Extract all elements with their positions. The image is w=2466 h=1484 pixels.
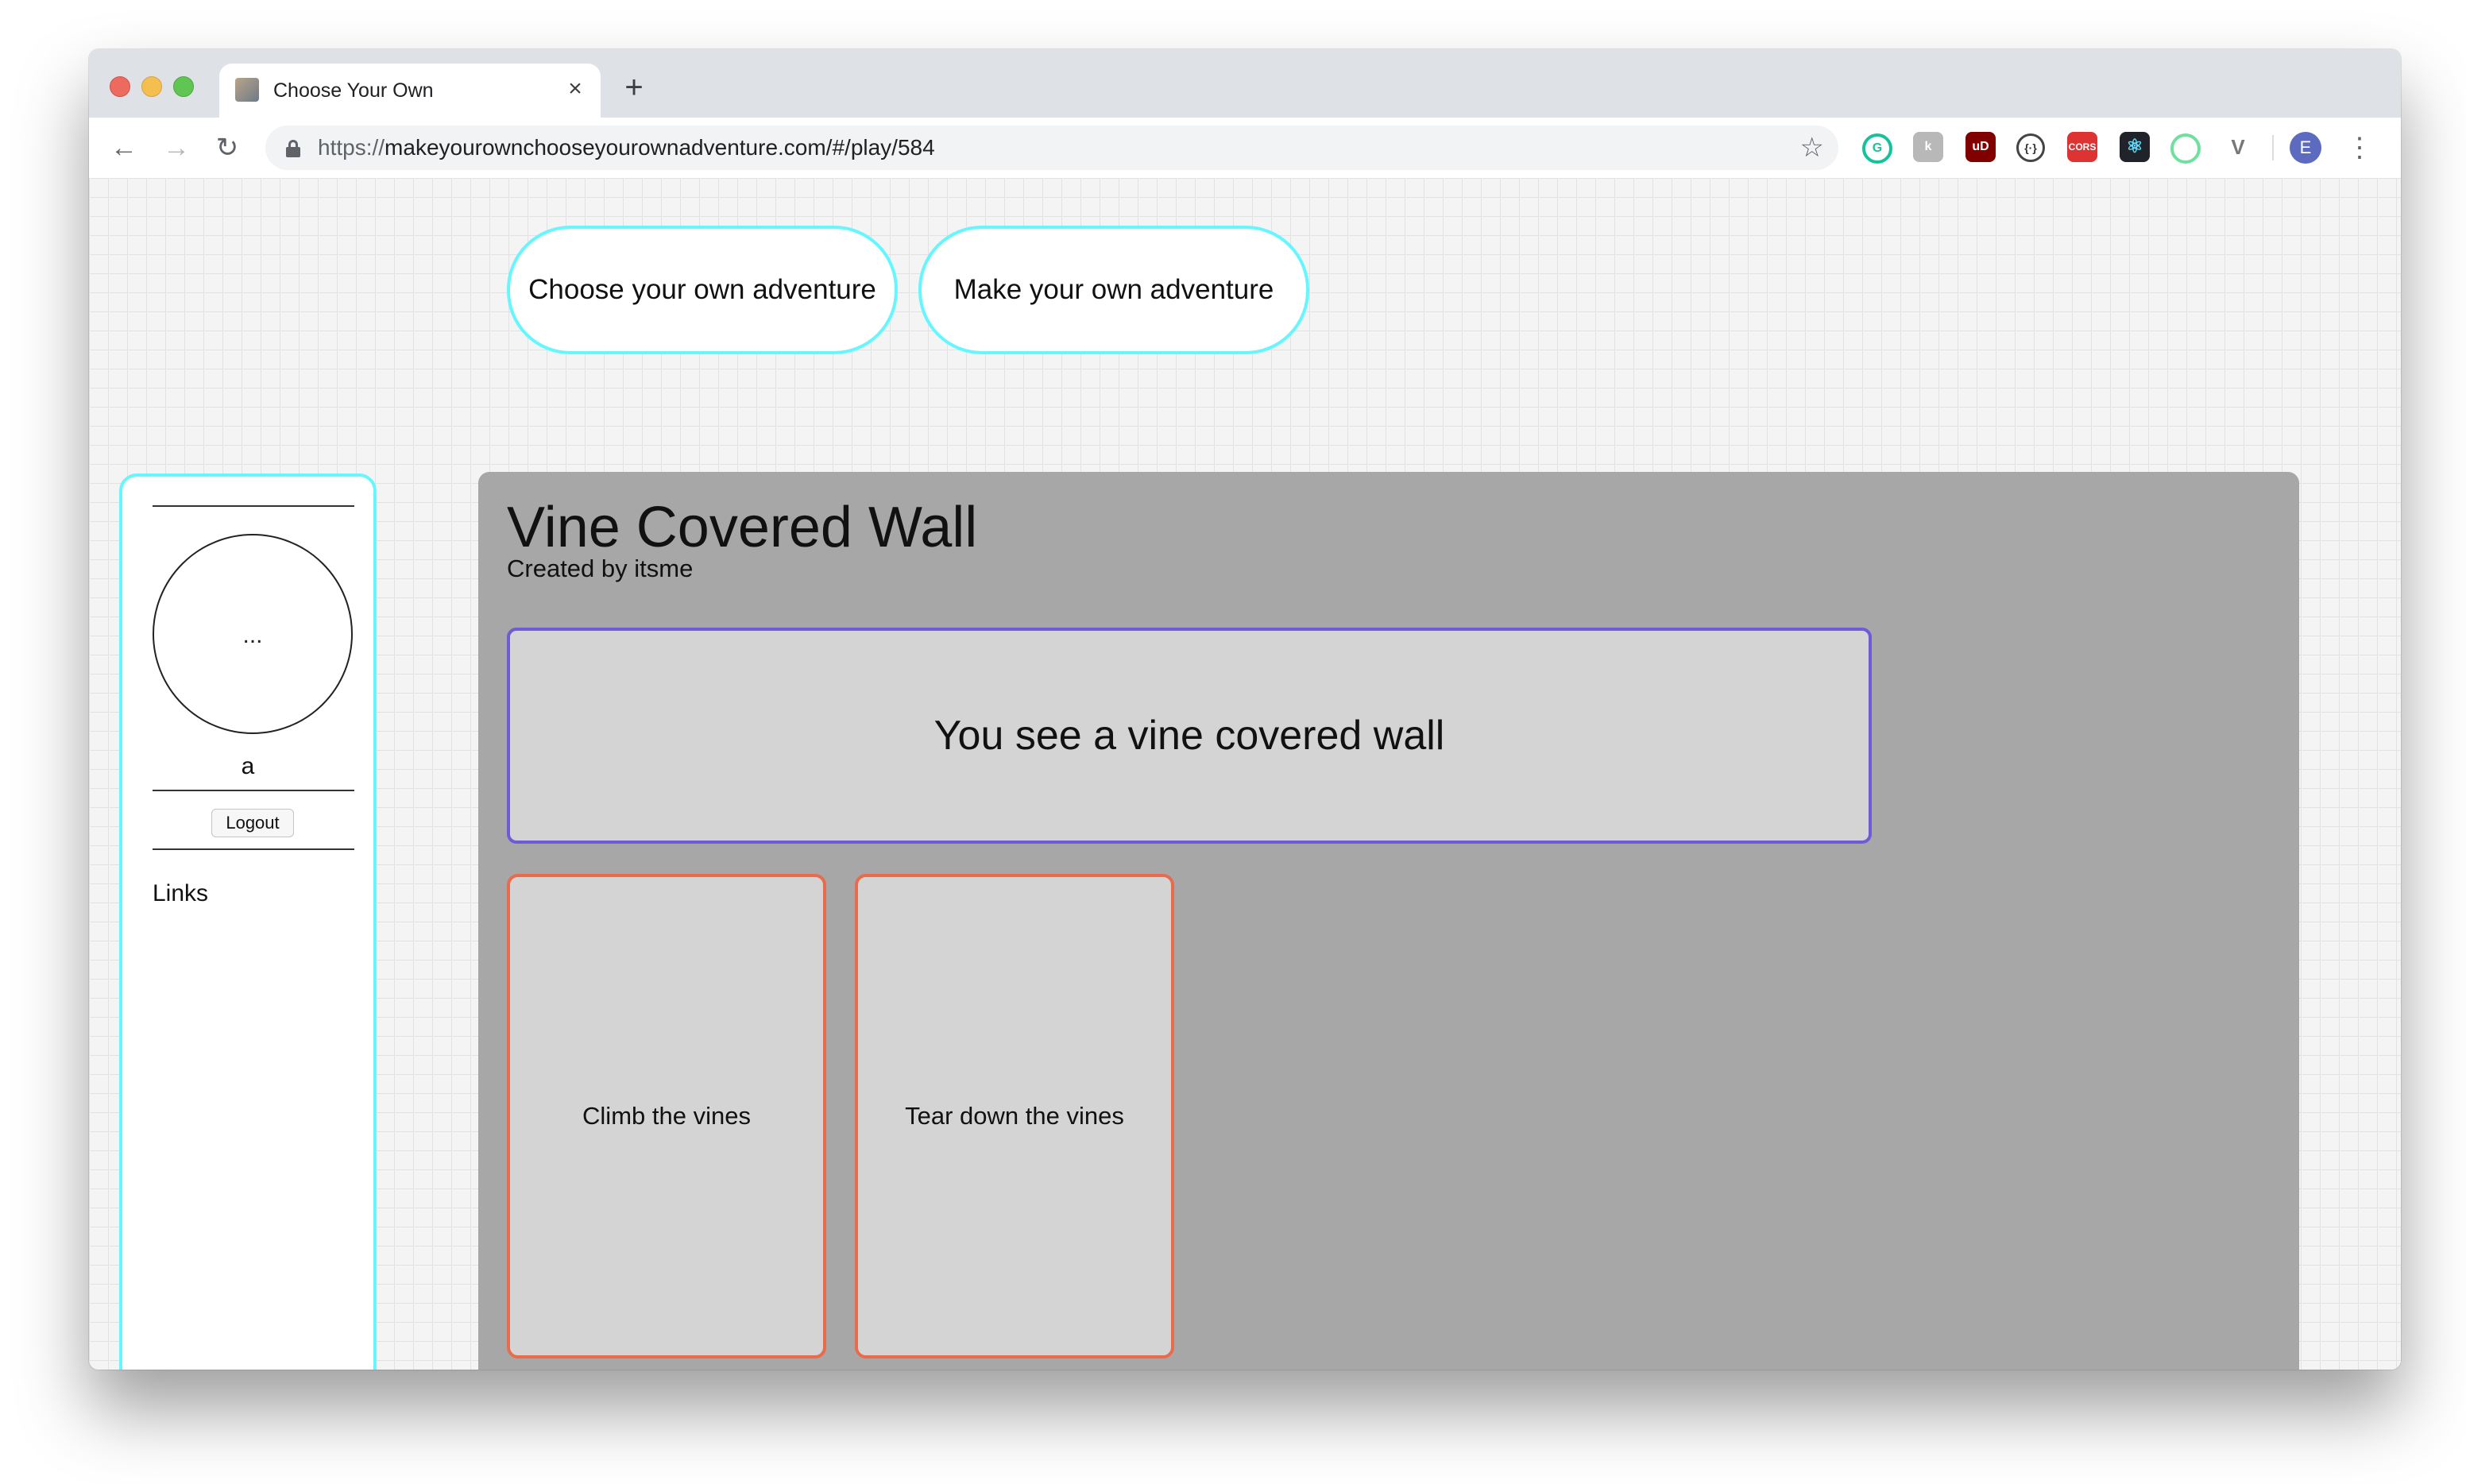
reload-icon[interactable]: ↻ [210,130,245,165]
minimize-window-icon[interactable] [141,76,162,97]
logout-button[interactable]: Logout [211,809,294,837]
browser-window: Choose Your Own × + ← → ↻ https://makeyo… [89,49,2401,1370]
divider [153,505,354,507]
choice-card-climb[interactable]: Climb the vines [507,874,826,1358]
tab-close-icon[interactable]: × [561,75,589,103]
page-content: Choose your own adventure Make your own … [89,178,2401,1370]
url-text[interactable]: https://makeyourownchooseyourownadventur… [318,135,935,160]
user-avatar: ... [153,534,353,734]
username: a [241,753,255,779]
address-bar[interactable]: https://makeyourownchooseyourownadventur… [265,126,1838,170]
tab-strip: Choose Your Own × + [89,49,2401,119]
react-devtools-icon[interactable]: ⚛ [2120,132,2150,162]
url-scheme: https:// [318,135,385,160]
tab-title: Choose Your Own [273,79,434,102]
toolbar-divider [2272,135,2274,160]
ring-extension-icon[interactable] [2170,133,2201,164]
profile-avatar[interactable]: E [2290,132,2321,164]
scene-description: You see a vine covered wall [507,628,1872,844]
user-sidebar: ... a Logout Links [119,473,377,1370]
divider [153,790,354,791]
choice-card-tear-down[interactable]: Tear down the vines [855,874,1174,1358]
story-author: Created by itsme [507,555,694,582]
divider [153,848,354,850]
cors-icon[interactable]: CORS [2067,132,2097,162]
kebab-menu-icon[interactable]: ⋮ [2344,130,2375,165]
ublock-icon[interactable]: uD [1965,132,1996,162]
url-host-path: makeyourownchooseyourownadventure.com/#/… [385,135,935,160]
new-tab-button[interactable]: + [618,71,650,103]
k-extension-icon[interactable]: k [1913,132,1943,162]
make-adventure-button[interactable]: Make your own adventure [918,226,1309,354]
choose-adventure-button[interactable]: Choose your own adventure [507,226,898,354]
back-arrow-icon[interactable]: ← [106,130,141,165]
close-window-icon[interactable] [110,76,130,97]
bookmark-star-icon[interactable]: ☆ [1800,132,1824,164]
grammarly-icon[interactable]: G [1862,133,1892,164]
links-heading: Links [153,880,209,906]
vue-devtools-icon[interactable]: V [2223,132,2253,162]
forward-arrow-icon[interactable]: → [159,130,194,165]
browser-toolbar: ← → ↻ https://makeyourownchooseyourownad… [89,118,2401,179]
favicon-icon [235,78,259,102]
maximize-window-icon[interactable] [173,76,194,97]
browser-tab[interactable]: Choose Your Own × [219,64,601,119]
story-title: Vine Covered Wall [507,496,978,559]
lock-icon [286,140,300,157]
story-panel: Vine Covered Wall Created by itsme You s… [478,472,2299,1370]
brackets-icon[interactable]: {·} [2016,133,2045,162]
